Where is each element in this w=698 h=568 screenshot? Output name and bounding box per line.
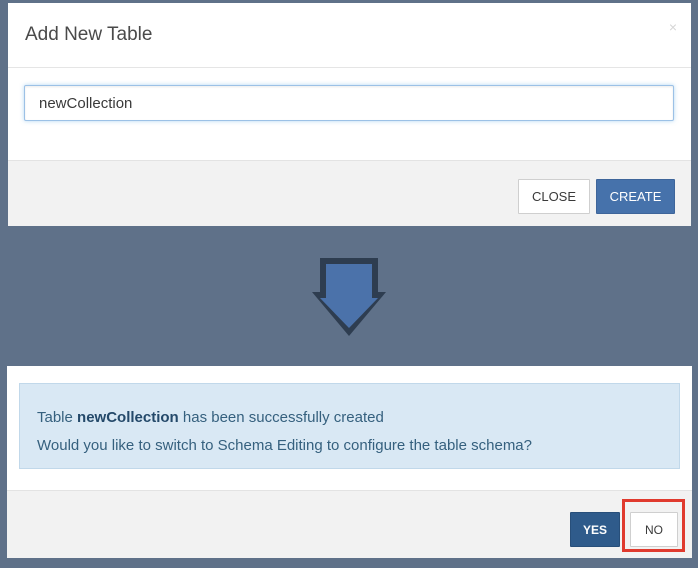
- no-button[interactable]: NO: [630, 512, 678, 547]
- confirmation-dialog: Table newCollection has been successfull…: [7, 366, 692, 558]
- table-name-label: newCollection: [77, 409, 179, 426]
- dialog-footer: CLOSE CREATE: [8, 160, 691, 226]
- message-suffix: has been successfully created: [178, 409, 384, 426]
- confirmation-footer: YES NO: [7, 490, 692, 558]
- success-alert: Table newCollection has been successfull…: [19, 383, 680, 469]
- message-prefix: Table: [37, 409, 78, 426]
- down-arrow-icon: [312, 258, 386, 336]
- schema-question: Would you like to switch to Schema Editi…: [37, 437, 532, 454]
- close-icon[interactable]: ×: [669, 19, 677, 35]
- create-button[interactable]: CREATE: [596, 179, 675, 214]
- success-message: Table newCollection has been successfull…: [37, 404, 662, 432]
- dialog-header: Add New Table ×: [8, 3, 691, 68]
- table-name-input[interactable]: [24, 85, 674, 121]
- dialog-title: Add New Table: [25, 24, 153, 45]
- add-table-dialog: Add New Table × CLOSE CREATE: [8, 3, 691, 226]
- yes-button[interactable]: YES: [570, 512, 620, 547]
- close-button[interactable]: CLOSE: [518, 179, 590, 214]
- dialog-body: [8, 68, 691, 160]
